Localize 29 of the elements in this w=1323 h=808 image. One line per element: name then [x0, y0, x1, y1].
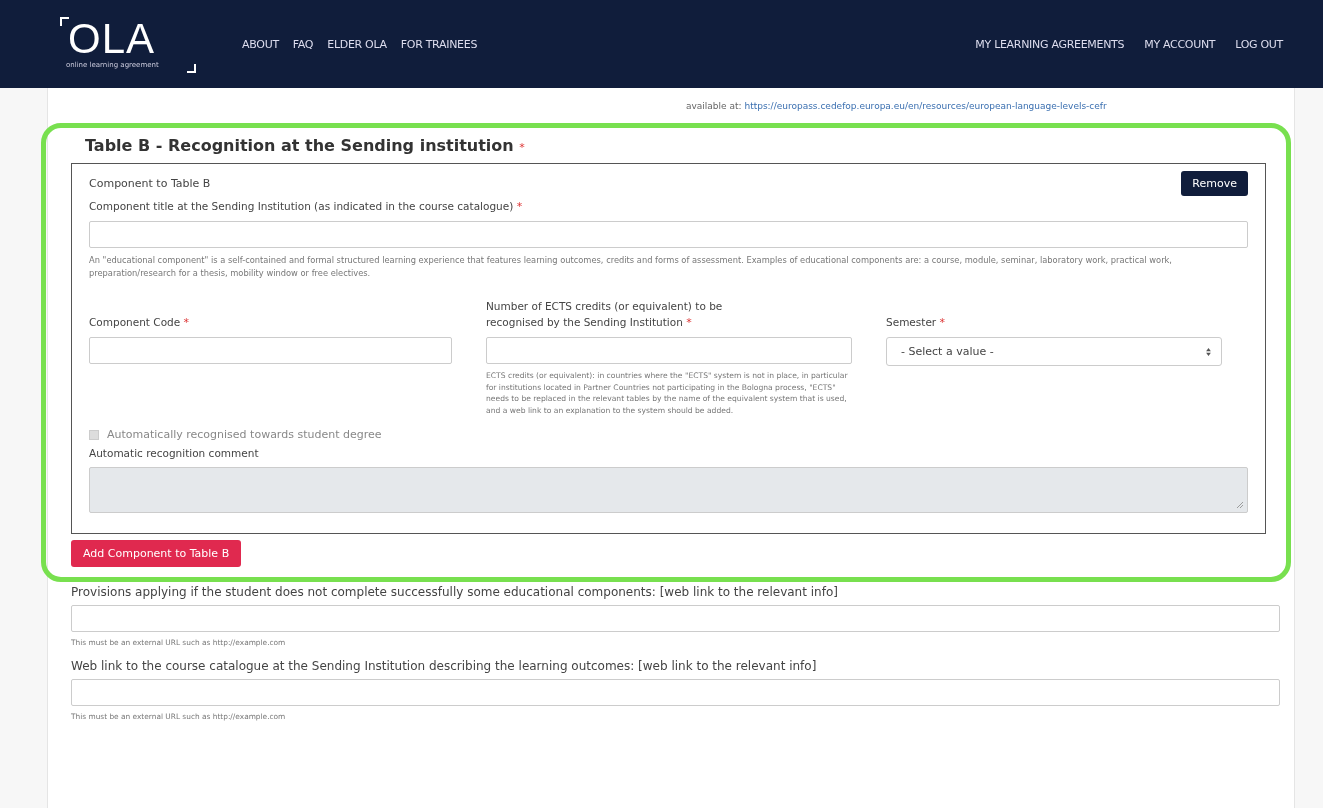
component-title-field[interactable] — [89, 221, 1248, 248]
field-label: Component Code * — [89, 315, 190, 331]
nav-link[interactable]: FOR TRAINEES — [400, 37, 478, 51]
select-arrows-icon — [1206, 347, 1211, 356]
section-title: Table B - Recognition at the Sending institution * — [85, 136, 526, 155]
component-code-field[interactable] — [89, 337, 452, 364]
credits-field[interactable] — [486, 337, 852, 364]
nav-link[interactable]: LOG OUT — [1235, 37, 1283, 51]
field-label: Number of ECTS credits (or equivalent) to be recognised by the Sending Institution * — [486, 299, 724, 331]
nav-link[interactable]: FAQ — [292, 37, 314, 51]
remove-button[interactable]: Remove — [1181, 171, 1248, 196]
cefr-link[interactable]: https://europass.cedefop.europa.eu/en/resources/european-language-levels-cefr — [744, 101, 1107, 111]
url-field[interactable] — [71, 605, 1280, 632]
field-hint: An "educational component" is a self-contained and formal structured learning experience that features learning outcomes, credits and forms of assessment. Examples of educational components are: a course, module, seminar, laboratory work, practical work, preparation/research for a thesis, mobility window or free electives. — [89, 254, 1173, 280]
field-label: Web link to the course catalogue at the Sending Institution describing the learning outcomes: [web link to the relevant info] — [71, 659, 818, 673]
nav-link[interactable]: ELDER OLA — [327, 37, 387, 51]
checkbox-label: Automatically recognised towards student degree — [107, 428, 382, 441]
field-label: Component title at the Sending Institution (as indicated in the course catalogue) * — [89, 200, 524, 213]
nav-link[interactable]: ABOUT — [242, 37, 279, 51]
url-field[interactable] — [71, 679, 1280, 706]
nav-link[interactable]: MY ACCOUNT — [1144, 37, 1216, 51]
component-heading: Component to Table B — [89, 177, 211, 190]
semester-select[interactable]: - Select a value - — [886, 337, 1222, 366]
nav-link[interactable]: MY LEARNING AGREEMENTS — [975, 37, 1125, 51]
field-label: Automatic recognition comment — [89, 447, 260, 459]
add-component-button[interactable]: Add Component to Table B — [71, 540, 242, 567]
field-label: Semester * — [886, 315, 946, 331]
language-levels-note: available at: https://europass.cedefop.europa.eu/en/resources/european-language-levels-cefr — [686, 100, 1108, 113]
field-label: Provisions applying if the student does not complete successfully some educational components: [web link to the relevant info] — [71, 585, 839, 599]
